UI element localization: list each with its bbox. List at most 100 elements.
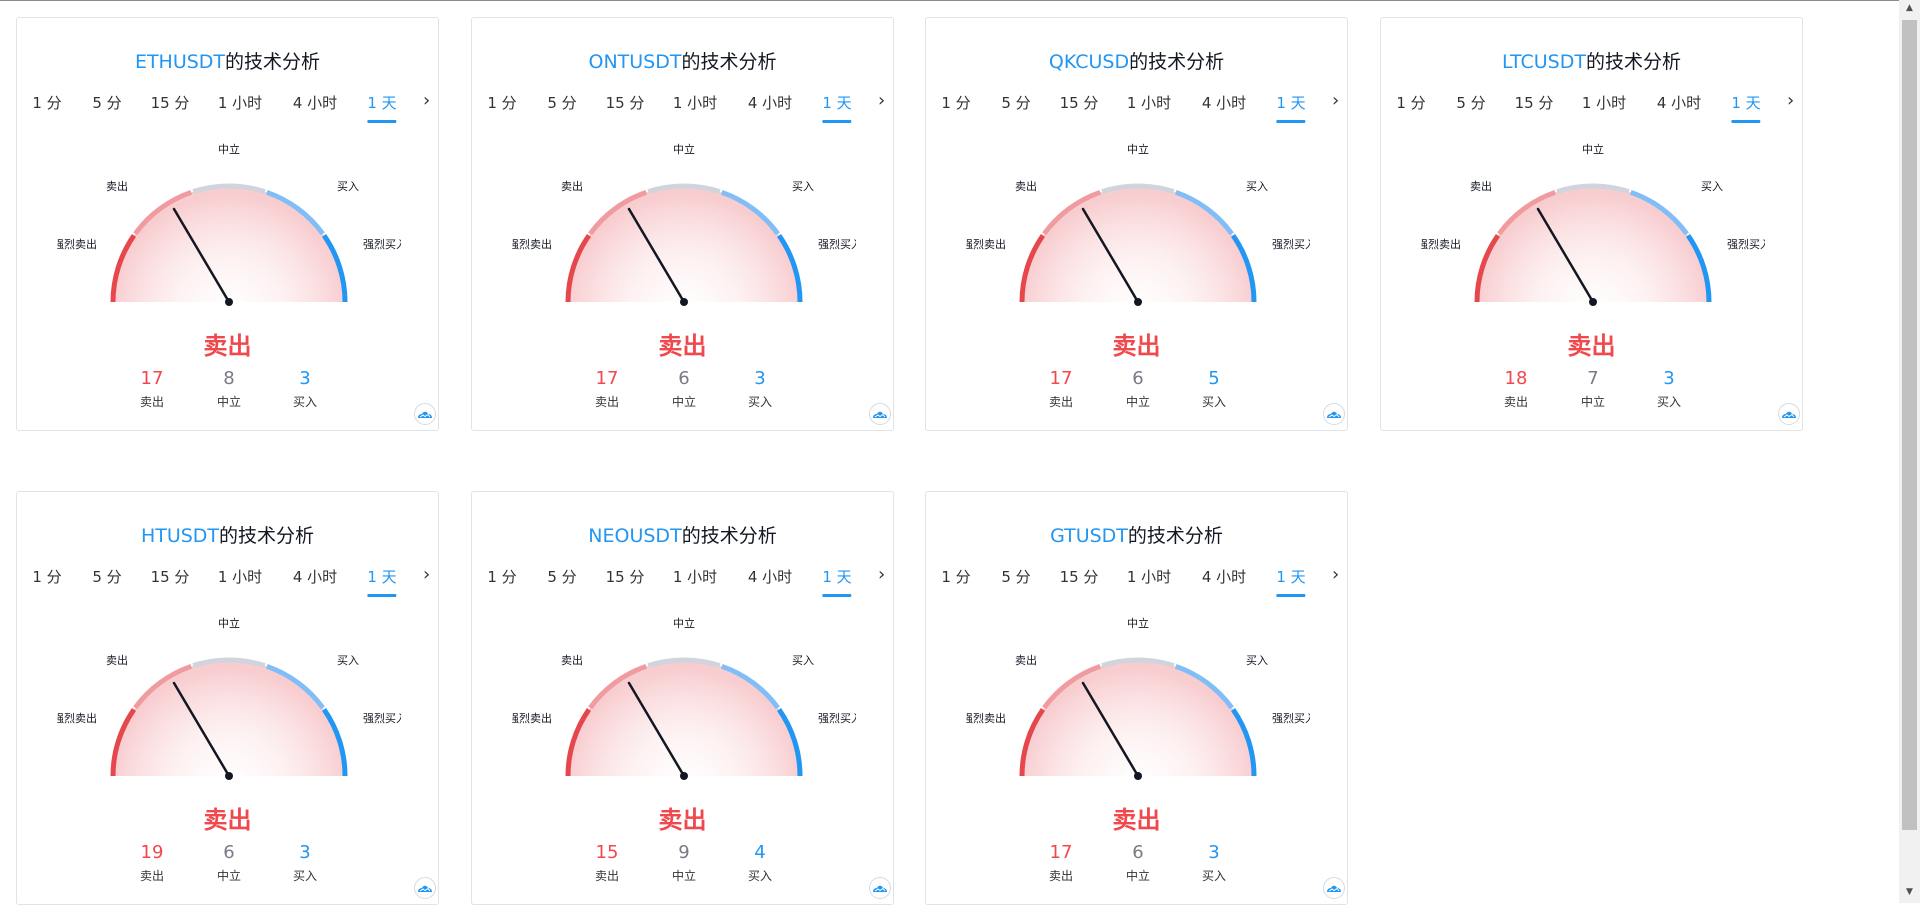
tab-interval[interactable]: 15 分 — [151, 566, 190, 587]
tab-interval[interactable]: 1 分 — [941, 566, 970, 587]
cloud-logo-icon[interactable] — [1778, 403, 1800, 425]
tab-interval[interactable]: 4 小时 — [748, 566, 792, 587]
tab-interval[interactable]: 1 分 — [32, 92, 61, 113]
scroll-thumb[interactable] — [1902, 20, 1917, 830]
tab-interval[interactable]: 15 分 — [606, 566, 645, 587]
count-value: 17 — [595, 368, 619, 389]
gauge-fill — [1022, 186, 1254, 302]
symbol-link[interactable]: QKCUSD — [1049, 51, 1129, 73]
chevron-right-icon[interactable]: › — [1332, 90, 1339, 111]
tab-interval[interactable]: 4 小时 — [1202, 566, 1246, 587]
gauge-meter: 强烈卖出 卖出 中立买入强烈买入 — [1421, 143, 1765, 306]
verdict-text: 卖出 — [1112, 332, 1161, 360]
symbol-link[interactable]: ETHUSDT — [135, 51, 225, 73]
count-value: 17 — [140, 368, 164, 389]
tab-interval[interactable]: 1 分 — [487, 566, 516, 587]
gauge-meter: 强烈卖出 卖出 中立买入强烈买入 — [512, 617, 856, 780]
tab-interval[interactable]: 15 分 — [1060, 92, 1099, 113]
gauge-pivot — [680, 298, 688, 306]
indicator-counts: 17 卖出 6 中立 3 买入 — [926, 842, 1347, 892]
chevron-right-icon[interactable]: › — [1787, 90, 1794, 111]
tab-interval[interactable]: 1 天 — [1276, 92, 1306, 123]
tab-interval[interactable]: 1 小时 — [1127, 92, 1171, 113]
symbol-link[interactable]: GTUSDT — [1050, 525, 1128, 547]
tab-interval[interactable]: 1 天 — [822, 92, 852, 123]
count-label: 卖出 — [1048, 869, 1074, 883]
tab-interval[interactable]: 5 分 — [547, 566, 576, 587]
chevron-right-icon[interactable]: › — [1332, 564, 1339, 585]
chevron-right-icon[interactable]: › — [423, 90, 430, 111]
gauge-pivot — [1134, 298, 1142, 306]
gauge-pivot — [225, 298, 233, 306]
gauge-label-strong-sell: 强烈卖出 — [57, 711, 97, 725]
gauge-label-strong-sell: 强烈卖出 — [512, 237, 552, 251]
tab-interval[interactable]: 1 天 — [1731, 92, 1761, 123]
cloud-logo-icon[interactable] — [414, 403, 436, 425]
tab-interval[interactable]: 4 小时 — [293, 92, 337, 113]
tab-interval[interactable]: 1 天 — [822, 566, 852, 597]
tab-interval[interactable]: 5 分 — [1001, 566, 1030, 587]
interval-tabs: 1 分 5 分 15 分 1 小时 4 小时 1 天 › — [17, 90, 438, 126]
count-value: 6 — [678, 368, 690, 389]
cloud-logo-icon[interactable] — [414, 877, 436, 899]
scrollbar[interactable]: ▲ ▼ — [1899, 0, 1920, 903]
tab-interval[interactable]: 1 天 — [367, 92, 397, 123]
count-value: 4 — [754, 842, 766, 863]
scroll-down-arrow-icon[interactable]: ▼ — [1899, 884, 1920, 901]
cloud-logo-icon[interactable] — [1323, 403, 1345, 425]
tab-interval[interactable]: 5 分 — [547, 92, 576, 113]
tab-interval[interactable]: 5 分 — [92, 92, 121, 113]
tab-interval[interactable]: 1 小时 — [1127, 566, 1171, 587]
tab-interval[interactable]: 1 小时 — [673, 92, 717, 113]
chevron-right-icon[interactable]: › — [878, 90, 885, 111]
tab-interval[interactable]: 1 小时 — [673, 566, 717, 587]
count-buy: 5 买入 — [1202, 368, 1226, 410]
count-neutral: 6 中立 — [672, 368, 696, 410]
count-sell: 15 卖出 — [595, 842, 619, 884]
tab-interval[interactable]: 15 分 — [1515, 92, 1554, 113]
tab-interval[interactable]: 5 分 — [1001, 92, 1030, 113]
tab-interval[interactable]: 15 分 — [151, 92, 190, 113]
gauge-label-neutral: 中立 — [673, 617, 695, 630]
symbol-link[interactable]: LTCUSDT — [1502, 51, 1586, 73]
gauge-label-strong-buy: 强烈买入 — [1272, 237, 1310, 251]
tab-interval[interactable]: 4 小时 — [1657, 92, 1701, 113]
analysis-card: LTCUSDT的技术分析 1 分5 分 15 分1 小时 4 小时 1 天 › 强烈卖出 卖出… — [1380, 17, 1803, 431]
tab-interval[interactable]: 4 小时 — [293, 566, 337, 587]
cloud-logo-icon[interactable] — [869, 403, 891, 425]
tab-interval[interactable]: 15 分 — [1060, 566, 1099, 587]
verdict-text: 卖出 — [1567, 332, 1616, 360]
indicator-counts: 17 卖出 6 中立 3 买入 — [472, 368, 893, 418]
card-title: ETHUSDT的技术分析 — [17, 47, 438, 74]
symbol-link[interactable]: ONTUSDT — [589, 51, 682, 73]
tab-interval[interactable]: 1 分 — [1396, 92, 1425, 113]
symbol-link[interactable]: HTUSDT — [141, 525, 219, 547]
chevron-right-icon[interactable]: › — [878, 564, 885, 585]
count-sell: 17 卖出 — [595, 368, 619, 410]
cloud-logo-icon[interactable] — [1323, 877, 1345, 899]
tab-interval[interactable]: 15 分 — [606, 92, 645, 113]
tab-interval[interactable]: 5 分 — [1456, 92, 1485, 113]
tab-interval[interactable]: 1 分 — [32, 566, 61, 587]
card-title: ONTUSDT的技术分析 — [472, 47, 893, 74]
tab-interval[interactable]: 1 小时 — [218, 92, 262, 113]
tab-interval[interactable]: 1 分 — [941, 92, 970, 113]
symbol-link[interactable]: NEOUSDT — [588, 525, 681, 547]
count-value: 18 — [1504, 368, 1528, 389]
tab-interval[interactable]: 4 小时 — [748, 92, 792, 113]
tab-interval[interactable]: 1 天 — [367, 566, 397, 597]
tab-interval[interactable]: 5 分 — [92, 566, 121, 587]
tab-interval[interactable]: 4 小时 — [1202, 92, 1246, 113]
gauge-meter: 强烈卖出 卖出 中立买入强烈买入 — [57, 617, 401, 780]
count-label: 卖出 — [1048, 395, 1074, 409]
tab-interval[interactable]: 1 天 — [1276, 566, 1306, 597]
cloud-logo-icon[interactable] — [869, 877, 891, 899]
scroll-up-arrow-icon[interactable]: ▲ — [1899, 0, 1920, 17]
tab-interval[interactable]: 1 小时 — [218, 566, 262, 587]
interval-tabs: 1 分 5 分 15 分 1 小时 4 小时 1 天 › — [1381, 90, 1802, 126]
chevron-right-icon[interactable]: › — [423, 564, 430, 585]
count-buy: 3 买入 — [293, 368, 317, 410]
tab-interval[interactable]: 1 分 — [487, 92, 516, 113]
tab-interval[interactable]: 1 小时 — [1582, 92, 1626, 113]
gauge-label-neutral: 中立 — [1127, 617, 1149, 630]
